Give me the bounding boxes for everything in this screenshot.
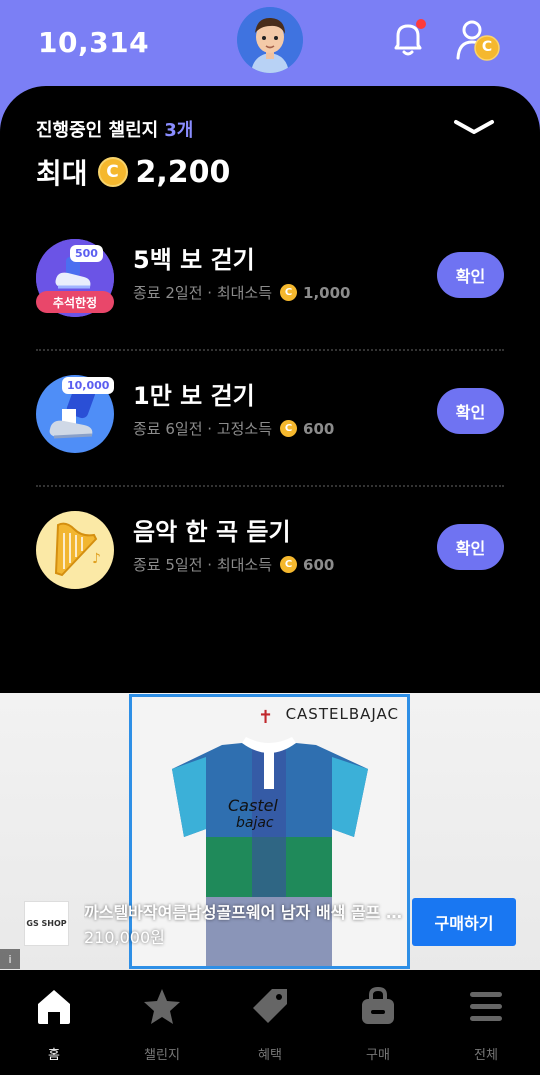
confirm-button[interactable]: 확인	[437, 252, 504, 298]
nav-label: 챌린지	[144, 1048, 180, 1063]
harp-icon: ♪	[36, 511, 114, 589]
avatar-character-icon[interactable]	[237, 7, 303, 73]
challenge-panel: 진행중인 챌린지 3개 최대 C 2,200 500 추석한정 5백 보 걷기 종…	[0, 86, 540, 693]
home-icon	[34, 986, 74, 1026]
coin-icon: C	[280, 556, 298, 573]
ongoing-count: 3개	[164, 120, 194, 141]
step-badge: 10,000	[62, 377, 115, 394]
challenge-item[interactable]: 10,000 1만 보 걷기 종료 6일전 · 고정소득 C 600 확인	[0, 360, 540, 470]
coin-icon: C	[97, 157, 128, 187]
nav-item-benefits[interactable]: 혜택	[216, 970, 324, 1075]
challenge-meta: 종료 5일전 · 최대소득 C 600	[133, 554, 334, 575]
challenge-title: 5백 보 걷기	[133, 246, 255, 274]
challenge-amount: 600	[303, 555, 335, 574]
max-label: 최대	[36, 157, 88, 190]
step-badge: 500	[70, 245, 103, 262]
tag-icon	[250, 986, 290, 1026]
shopping-bag-icon	[358, 986, 398, 1026]
challenge-amount: 600	[303, 419, 335, 438]
svg-text:✝: ✝	[258, 707, 273, 728]
max-reward-value: 2,200	[135, 154, 231, 190]
divider	[36, 485, 504, 487]
menu-icon	[466, 986, 506, 1026]
walking-shoe-icon: 500 추석한정	[36, 239, 114, 317]
bottom-nav: 홈 챌린지 혜택 구매 전체	[0, 970, 540, 1075]
challenge-item[interactable]: ♪ 음악 한 곡 듣기 종료 5일전 · 최대소득 C 600 확인	[0, 496, 540, 606]
nav-item-home[interactable]: 홈	[0, 970, 108, 1075]
coin-icon: C	[280, 284, 298, 301]
ongoing-label: 진행중인 챌린지	[36, 120, 159, 141]
challenge-meta-text: 종료 5일전 · 최대소득	[133, 556, 273, 574]
coin-letter: C	[481, 39, 493, 55]
running-leg-icon: 10,000	[36, 375, 115, 453]
challenge-meta-text: 종료 2일전 · 최대소득	[133, 284, 273, 302]
buy-button[interactable]: 구매하기	[412, 898, 516, 946]
challenge-meta-text: 종료 6일전 · 고정소득	[133, 420, 273, 438]
challenge-item[interactable]: 500 추석한정 5백 보 걷기 종료 2일전 · 최대소득 C 1,000 확…	[0, 224, 540, 334]
profile-coin-icon[interactable]: C	[454, 18, 502, 64]
ad-info-icon[interactable]: i	[0, 949, 20, 969]
challenge-title: 1만 보 걷기	[133, 382, 255, 410]
star-icon	[142, 986, 182, 1026]
divider	[36, 349, 504, 351]
svg-text:bajac: bajac	[236, 815, 274, 831]
ad-info-bar: GS SHOP 까스텔바작여름남성골프웨어 남자 배색 골프 티셔츠 210,0…	[0, 889, 540, 959]
nav-item-challenge[interactable]: 챌린지	[108, 970, 216, 1075]
nav-label: 전체	[474, 1048, 498, 1063]
nav-item-all[interactable]: 전체	[432, 970, 540, 1075]
challenge-amount: 1,000	[303, 283, 351, 302]
bell-icon[interactable]	[388, 18, 428, 60]
nav-item-purchase[interactable]: 구매	[324, 970, 432, 1075]
challenge-title: 음악 한 곡 듣기	[133, 518, 291, 546]
nav-label: 혜택	[258, 1048, 282, 1063]
advertiser-logo: GS SHOP	[24, 901, 69, 946]
ad-title[interactable]: 까스텔바작여름남성골프웨어 남자 배색 골프 티셔츠	[84, 899, 404, 923]
shirt-print-text: Castel	[228, 796, 278, 815]
ad-price: 210,000원	[84, 928, 165, 947]
max-reward-row: 최대 C 2,200	[36, 152, 230, 192]
challenge-meta: 종료 2일전 · 최대소득 C 1,000	[133, 282, 350, 303]
nav-label: 구매	[366, 1048, 390, 1063]
season-tag: 추석한정	[36, 291, 114, 313]
chevron-down-icon[interactable]	[452, 116, 496, 138]
coin-icon: C	[280, 420, 298, 437]
ad-banner[interactable]: CASTELBAJAC ✝ Castel bajac GS SHOP 까스텔바작…	[0, 693, 540, 970]
challenge-meta: 종료 6일전 · 고정소득 C 600	[133, 418, 334, 439]
nav-label: 홈	[48, 1048, 60, 1063]
points-balance: 10,314	[38, 26, 150, 59]
confirm-button[interactable]: 확인	[437, 388, 504, 434]
ongoing-challenges-heading: 진행중인 챌린지 3개	[36, 116, 193, 142]
confirm-button[interactable]: 확인	[437, 524, 504, 570]
svg-text:♪: ♪	[92, 551, 101, 567]
